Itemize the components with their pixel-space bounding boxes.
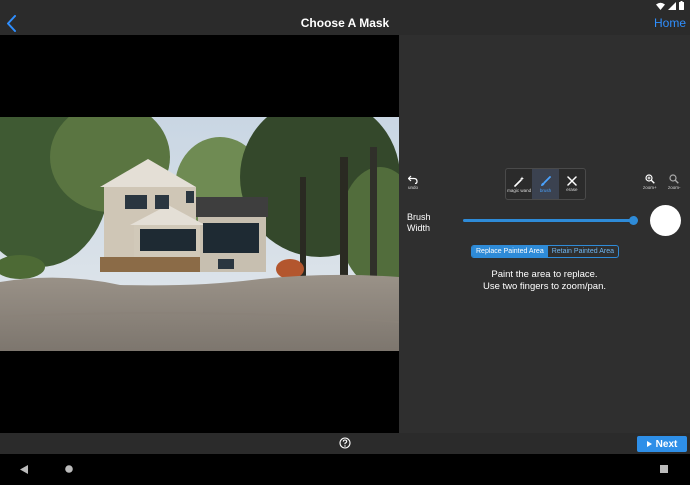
brush-icon — [540, 175, 551, 186]
instruction-line-2: Use two fingers to zoom/pan. — [482, 281, 607, 292]
battery-icon — [679, 1, 684, 10]
undo-label: undo — [408, 185, 419, 190]
erase-x-icon — [567, 176, 577, 186]
slider-thumb[interactable] — [629, 216, 638, 225]
wifi-icon — [656, 2, 665, 10]
control-panel: undo magic wand brush erase zoom+ zoom- … — [399, 35, 690, 433]
magic-wand-icon — [513, 176, 524, 187]
brush-width-label-line2: Width — [407, 223, 431, 233]
magic-wand-tool[interactable]: magic wand — [506, 169, 532, 199]
mask-mode-toggle: Replace Painted Area Retain Painted Area — [471, 245, 619, 258]
status-bar — [0, 0, 690, 12]
bottom-bar: Next — [0, 433, 690, 454]
nav-back-icon[interactable] — [20, 465, 28, 474]
page-title: Choose A Mask — [300, 16, 390, 30]
instruction-line-1: Paint the area to replace. — [491, 269, 598, 280]
tool-selector: magic wand brush erase — [505, 168, 586, 200]
magic-wand-label: magic wand — [507, 187, 532, 193]
brush-size-preview — [650, 205, 681, 236]
zoom-in-icon — [645, 174, 655, 184]
android-nav-bar — [0, 454, 690, 485]
zoom-in-button[interactable]: zoom+ — [643, 174, 657, 190]
zoom-out-icon — [669, 174, 680, 184]
nav-home-icon[interactable] — [65, 465, 73, 473]
brush-width-label-line1: Brush — [407, 212, 431, 222]
signal-icon — [668, 1, 676, 10]
next-button[interactable]: Next — [637, 436, 687, 452]
zoom-in-label: zoom+ — [643, 185, 657, 190]
zoom-out-label: zoom- — [668, 185, 681, 190]
brush-width-slider[interactable] — [463, 216, 638, 225]
home-link[interactable]: Home — [654, 16, 686, 30]
image-canvas[interactable] — [0, 35, 399, 433]
help-icon[interactable] — [339, 437, 351, 449]
slider-track — [463, 219, 634, 222]
play-arrow-icon — [646, 441, 652, 447]
brush-label: brush — [539, 187, 552, 193]
next-label: Next — [655, 438, 678, 450]
retain-painted-area-option[interactable]: Retain Painted Area — [548, 246, 618, 257]
replace-painted-area-option[interactable]: Replace Painted Area — [472, 246, 548, 257]
erase-tool[interactable]: erase — [559, 169, 585, 199]
undo-icon — [408, 175, 418, 184]
brush-tool[interactable]: brush — [532, 169, 559, 199]
zoom-out-button[interactable]: zoom- — [668, 174, 681, 190]
top-app-bar: Choose A Mask Home — [0, 12, 690, 35]
nav-recents-icon[interactable] — [660, 465, 668, 473]
brush-width-label: Brush Width — [407, 212, 431, 234]
house-photo[interactable] — [0, 117, 399, 351]
undo-button[interactable]: undo — [408, 175, 418, 190]
erase-label: erase — [566, 187, 578, 192]
